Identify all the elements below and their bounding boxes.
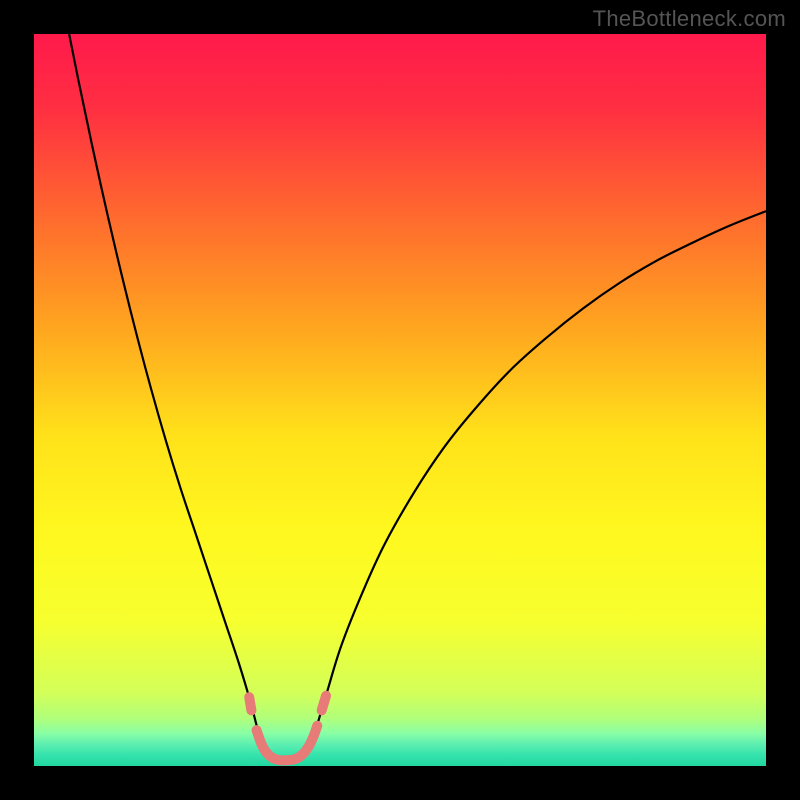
chart-canvas: [0, 0, 800, 800]
chart-container: TheBottleneck.com: [0, 0, 800, 800]
watermark-text: TheBottleneck.com: [593, 6, 786, 32]
series-valley-marker-dots-right: [322, 696, 326, 711]
series-valley-marker-dots-left: [249, 697, 251, 710]
